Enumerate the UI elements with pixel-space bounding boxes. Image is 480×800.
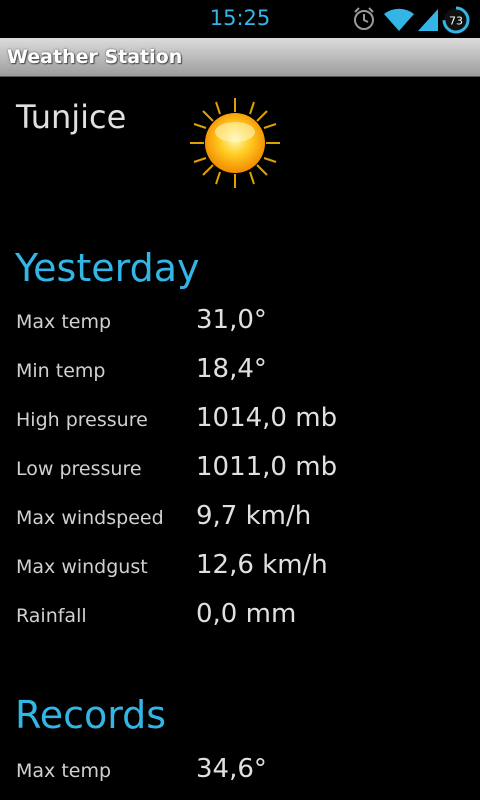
yesterday-row-rainfall: Rainfall 0,0 mm xyxy=(0,593,480,633)
app-title-bar: Weather Station xyxy=(0,38,480,77)
row-label: Min temp xyxy=(16,360,106,382)
row-value: 9,7 km/h xyxy=(196,501,312,531)
status-icons: 73 xyxy=(352,5,472,34)
row-value: 0,0 mm xyxy=(196,599,297,629)
sun-icon xyxy=(190,98,280,188)
section-records-heading: Records xyxy=(15,693,167,737)
wifi-icon xyxy=(384,8,414,31)
row-label: Max windgust xyxy=(16,556,148,578)
row-label: Max windspeed xyxy=(16,507,164,529)
records-row-max-temp: Max temp 34,6° xyxy=(0,748,480,788)
row-label: Max temp xyxy=(16,760,112,782)
row-value: 1014,0 mb xyxy=(196,403,338,433)
row-label: High pressure xyxy=(16,409,148,431)
row-value: 31,0° xyxy=(196,305,267,335)
row-label: Max temp xyxy=(16,311,112,333)
section-yesterday-heading: Yesterday xyxy=(15,246,200,290)
yesterday-row-min-temp: Min temp 18,4° xyxy=(0,348,480,388)
row-value: 1011,0 mb xyxy=(196,452,338,482)
app-title: Weather Station xyxy=(7,46,183,68)
row-label: Low pressure xyxy=(16,458,142,480)
yesterday-row-low-pressure: Low pressure 1011,0 mb xyxy=(0,446,480,486)
signal-icon xyxy=(418,9,438,31)
row-label: Rainfall xyxy=(16,605,87,627)
row-value: 34,6° xyxy=(196,754,267,784)
yesterday-row-max-windgust: Max windgust 12,6 km/h xyxy=(0,544,480,584)
row-value: 12,6 km/h xyxy=(196,550,328,580)
status-bar: 15:25 73 xyxy=(0,0,480,38)
yesterday-row-max-windspeed: Max windspeed 9,7 km/h xyxy=(0,495,480,535)
yesterday-row-high-pressure: High pressure 1014,0 mb xyxy=(0,397,480,437)
location-name: Tunjice xyxy=(16,98,127,136)
alarm-icon xyxy=(354,7,374,30)
battery-level: 73 xyxy=(449,15,463,28)
battery-icon: 73 xyxy=(442,6,470,34)
row-value: 18,4° xyxy=(196,354,267,384)
yesterday-row-max-temp: Max temp 31,0° xyxy=(0,299,480,339)
